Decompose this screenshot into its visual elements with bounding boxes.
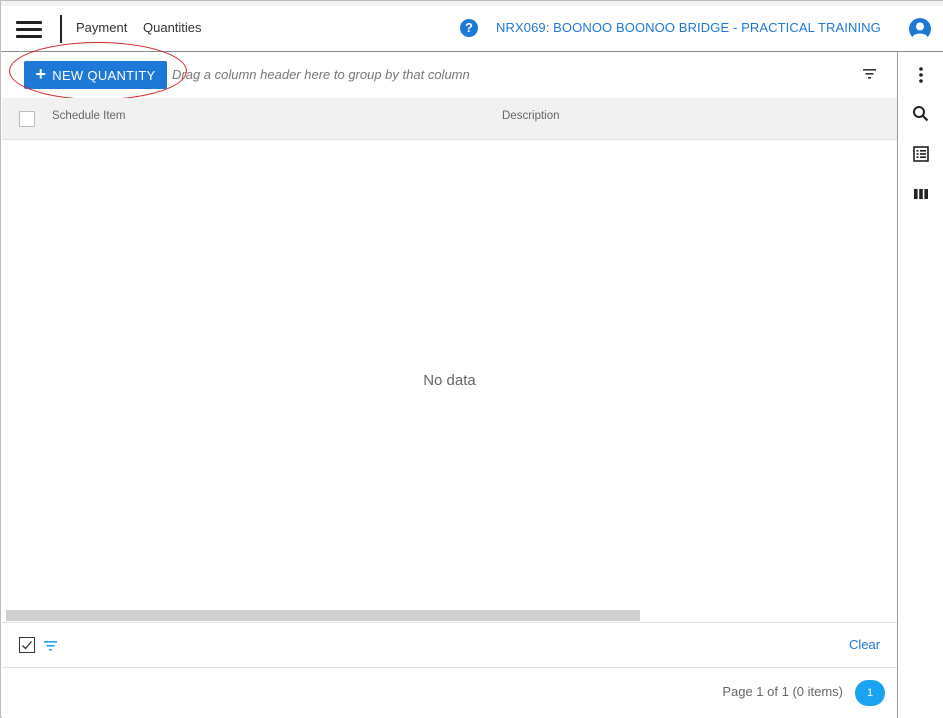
group-panel-hint: Drag a column header here to group by th… [172,67,470,82]
select-all-checkbox[interactable] [19,111,35,127]
filter-icon[interactable] [862,67,878,81]
column-header-schedule-item[interactable]: Schedule Item [52,110,126,122]
filter-row: Clear [2,622,897,668]
pager: Page 1 of 1 (0 items) 1 [2,668,897,718]
account-icon[interactable] [909,18,931,40]
menu-icon[interactable] [16,20,42,40]
page-button-1[interactable]: 1 [855,680,885,706]
more-vert-icon[interactable] [910,64,932,86]
empty-message: No data [423,372,476,389]
help-icon[interactable]: ? [460,19,478,37]
right-toolbar [897,52,943,718]
filter-builder-icon[interactable] [43,639,59,653]
plus-icon: + [35,64,47,84]
filter-checkbox[interactable] [19,637,35,653]
header-divider [60,15,62,43]
grid-header: Schedule Item Description [2,98,897,140]
new-quantity-button[interactable]: + NEW QUANTITY [24,61,167,89]
column-header-description[interactable]: Description [502,110,560,122]
new-quantity-label: NEW QUANTITY [52,67,156,83]
horizontal-scrollbar[interactable] [6,610,640,621]
breadcrumb-quantities[interactable]: Quantities [143,20,202,35]
clear-filter-link[interactable]: Clear [849,637,880,652]
app-frame: Payment Quantities ? NRX069: BOONOO BOON… [0,0,943,718]
grid-body: No data [2,140,897,622]
breadcrumb-payment[interactable]: Payment [76,20,127,35]
grid-toolbar: + NEW QUANTITY Drag a column header here… [2,42,897,100]
project-title[interactable]: NRX069: BOONOO BOONOO BRIDGE - PRACTICAL… [496,20,881,35]
top-header: Payment Quantities ? NRX069: BOONOO BOON… [1,1,943,52]
columns-icon[interactable] [910,183,932,205]
list-icon[interactable] [910,143,932,165]
search-icon[interactable] [910,103,932,125]
page-info: Page 1 of 1 (0 items) [722,684,843,699]
